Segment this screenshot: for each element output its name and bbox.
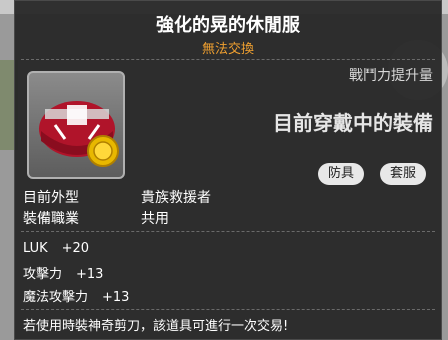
- power-increase-label: 戰鬥力提升量: [349, 68, 433, 84]
- stat-label: 攻擊力: [23, 267, 63, 282]
- job-value: 共用: [141, 211, 169, 227]
- job-label: 裝備職業: [23, 211, 79, 227]
- appearance-label: 目前外型: [23, 190, 79, 206]
- armor-tag: 防具: [318, 163, 365, 185]
- item-name: 強化的晃的休閒服: [156, 15, 300, 36]
- item-icon-frame: [27, 71, 125, 179]
- stat-value: +13: [102, 290, 130, 305]
- trade-status: 無法交換: [201, 42, 254, 57]
- stat-attack: 攻擊力 +13: [23, 263, 103, 282]
- stat-magic-attack: 魔法攻擊力 +13: [23, 286, 129, 305]
- gold-coin-icon: [87, 135, 119, 167]
- trade-note: 若使用時裝神奇剪刀，該道具可進行一次交易!: [23, 319, 289, 334]
- stat-label: LUK: [23, 241, 48, 256]
- divider: [21, 231, 435, 232]
- item-tooltip: 強化的晃的休閒服 無法交換 戰鬥力提升量 目前穿戴中的裝備 防具 套服 目前外型…: [14, 0, 442, 340]
- stat-value: +20: [61, 241, 90, 256]
- appearance-value: 貴族救援者: [141, 190, 211, 206]
- stat-luk: LUK +20: [23, 241, 89, 256]
- equipped-label: 目前穿戴中的裝備: [273, 111, 433, 135]
- stat-label: 魔法攻擊力: [23, 290, 89, 305]
- divider: [21, 309, 435, 310]
- set-tag: 套服: [380, 163, 427, 185]
- red-hat-icon: [39, 101, 119, 167]
- stat-value: +13: [76, 267, 104, 282]
- divider: [21, 59, 435, 60]
